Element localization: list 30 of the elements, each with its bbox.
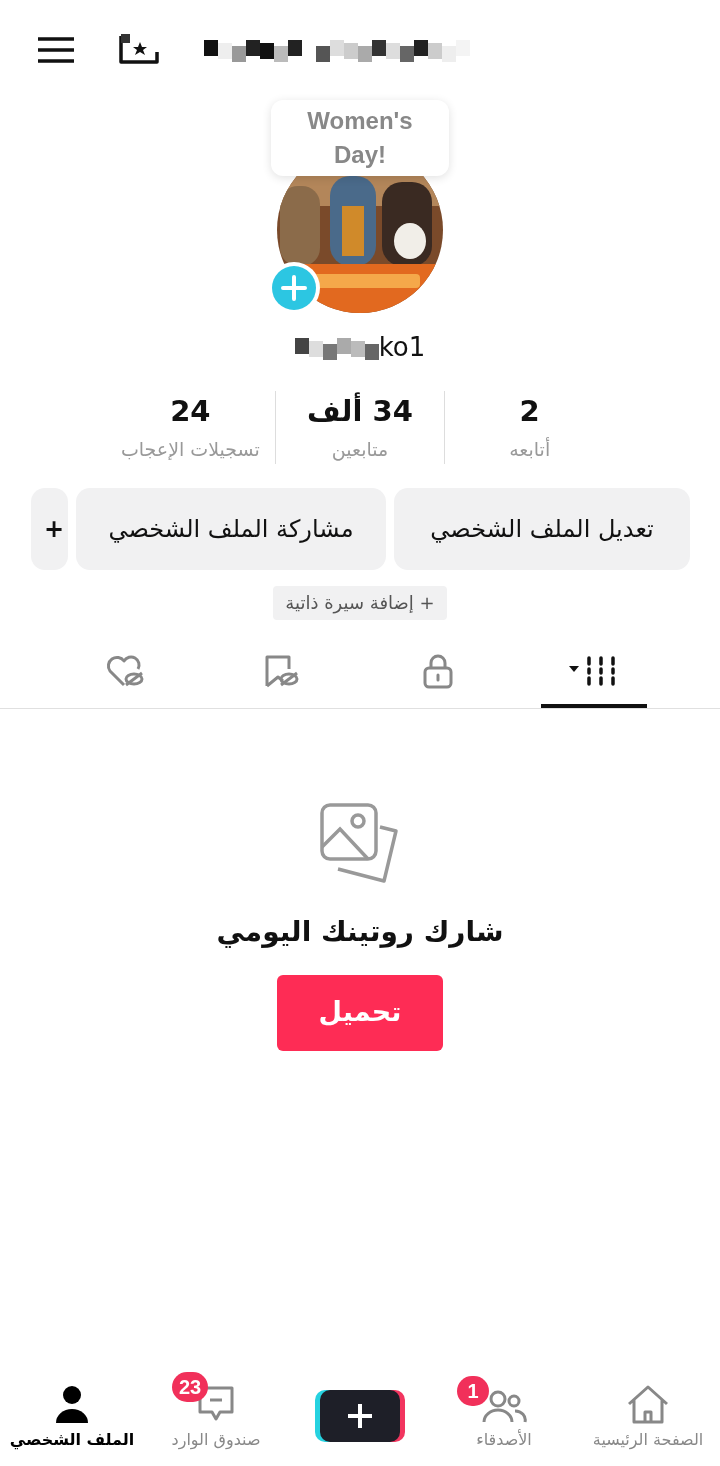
stat-label: أتابعه xyxy=(509,436,551,462)
nav-tab[interactable]: الصفحة الرئيسية xyxy=(576,1368,720,1452)
plus-icon xyxy=(347,1403,373,1429)
profile-action-button[interactable]: مشاركة الملف الشخصي xyxy=(76,487,386,570)
nav-label: الأصدقاء xyxy=(476,1428,532,1451)
nav-label: الملف الشخصي xyxy=(9,1429,135,1452)
notification-badge: 1 xyxy=(457,1376,489,1406)
home-icon xyxy=(625,1384,671,1424)
person-icon xyxy=(54,1384,90,1424)
plus-icon xyxy=(272,266,316,310)
nav-label: الصفحة الرئيسية xyxy=(592,1429,704,1452)
stat-label: تسجيلات الإعجاب xyxy=(120,437,260,462)
stat-value: 24 xyxy=(170,393,211,430)
menu-icon[interactable] xyxy=(38,37,74,63)
tooltip: Women's Day! xyxy=(271,100,449,176)
lock-icon xyxy=(422,652,454,689)
people-icon xyxy=(481,1388,527,1424)
more-button[interactable]: + xyxy=(31,487,68,570)
add-bio-button[interactable]: + إضافة سيرة ذاتية xyxy=(273,585,447,620)
photos-icon xyxy=(320,802,400,885)
stat-value: 34 ألف xyxy=(307,391,413,430)
upload-button[interactable]: تحميل xyxy=(277,974,443,1051)
stat-value: 2 xyxy=(519,393,540,430)
nav-tab[interactable]: الملف الشخصي xyxy=(0,1368,144,1452)
notification-badge: 23 xyxy=(172,1372,209,1402)
username: ko1 xyxy=(378,331,426,364)
profile-action-button[interactable]: تعديل الملف الشخصي xyxy=(394,487,690,570)
empty-state-title: شارك روتينك اليومي xyxy=(216,913,504,950)
nav-label: صندوق الوارد xyxy=(171,1429,261,1452)
stat-label: متابعين xyxy=(331,437,389,463)
